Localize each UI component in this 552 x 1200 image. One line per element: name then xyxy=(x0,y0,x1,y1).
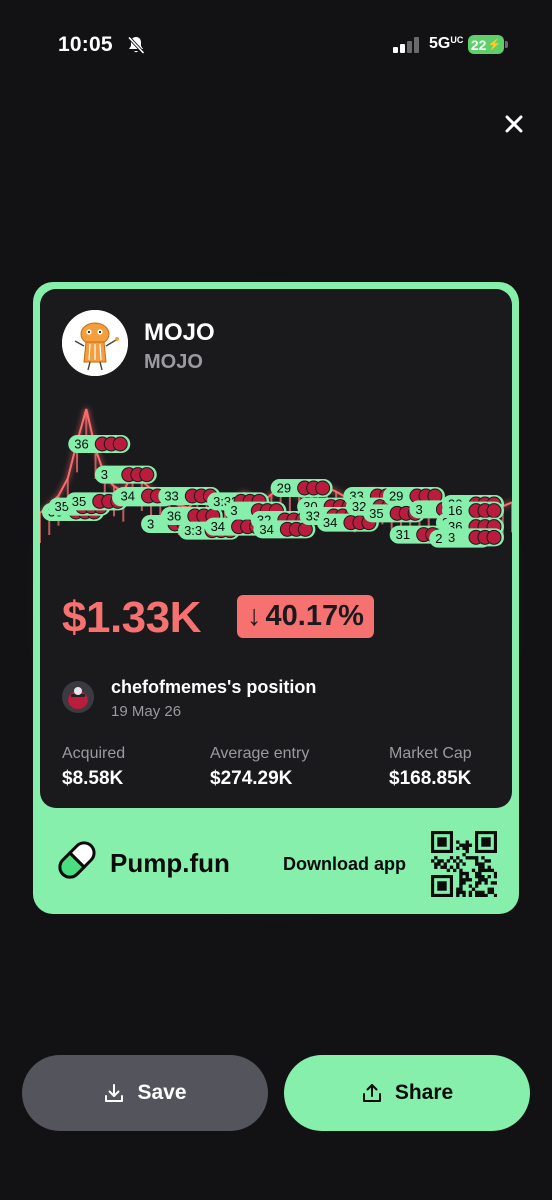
trader-avatar-icon xyxy=(112,436,128,452)
trade-bubble-label: 3 xyxy=(230,503,237,518)
save-label: Save xyxy=(137,1081,187,1104)
trade-bubble-label: 34 xyxy=(211,519,225,534)
battery-cap xyxy=(505,41,508,48)
trade-bubble: 3 xyxy=(94,465,157,484)
stat-value: $274.29K xyxy=(210,768,293,789)
bell-muted-icon xyxy=(127,36,145,55)
battery-indicator: 22 ⚡ xyxy=(468,35,504,54)
arrow-down-icon: ↓ xyxy=(247,600,262,632)
trade-bubble-label: 29 xyxy=(277,481,291,496)
trade-bubble-label: 3:3 xyxy=(184,523,202,538)
card-body: MOJO MOJO 3635353633634333363:3343:32332… xyxy=(40,289,512,808)
qr-code-icon xyxy=(431,831,497,897)
share-label: Share xyxy=(394,1081,454,1104)
token-avatar xyxy=(62,310,128,376)
trade-bubble-label: 3 xyxy=(101,467,108,482)
signal-icon xyxy=(393,37,419,53)
stat-label: Market Cap xyxy=(389,745,472,762)
trade-bubble-label: 34 xyxy=(323,515,337,530)
position-owner: chefofmemes's position xyxy=(111,677,317,697)
trader-avatar-icon xyxy=(315,480,331,496)
share-button[interactable]: Share xyxy=(284,1055,530,1131)
trade-bubble-label: 36 xyxy=(74,437,88,452)
trade-bubble-label: 35 xyxy=(369,506,383,521)
position-date: 19 May 26 xyxy=(111,703,182,720)
pnl-card: MOJO MOJO 3635353633634333363:3343:32332… xyxy=(33,282,519,914)
trade-bubble-label: 3 xyxy=(448,530,455,545)
trade-bubble: 16 xyxy=(442,501,504,520)
stat-average-entry: Average entry $274.29K xyxy=(210,745,309,790)
trader-avatar-icon xyxy=(139,467,155,483)
share-icon xyxy=(362,1084,381,1102)
pump-pill-icon xyxy=(58,841,96,879)
stat-acquired: Acquired $8.58K xyxy=(62,745,125,790)
status-bar: 10:05 5GUC 22 ⚡ xyxy=(0,0,552,90)
status-time: 10:05 xyxy=(58,33,113,56)
network-type: 5GUC xyxy=(429,35,464,52)
trade-bubble-label: 29 xyxy=(389,489,403,504)
battery-level: 22 xyxy=(470,36,487,53)
trader-avatar-icon xyxy=(486,529,502,545)
change-percent: 40.17% xyxy=(265,600,364,632)
owner-avatar xyxy=(62,681,94,713)
download-app-label: Download app xyxy=(283,854,406,874)
mojo-mascot-icon xyxy=(62,310,128,376)
stat-value: $8.58K xyxy=(62,768,124,789)
token-symbol: MOJO xyxy=(144,351,203,373)
save-button[interactable]: Save xyxy=(22,1055,268,1131)
stat-value: $168.85K xyxy=(389,768,472,789)
trader-avatar-icon xyxy=(486,503,502,519)
trade-bubble-label: 31 xyxy=(396,527,410,542)
token-name: MOJO xyxy=(144,319,215,346)
position-value: $1.33K xyxy=(62,593,201,642)
trade-bubble-label: 16 xyxy=(448,503,462,518)
trade-bubble-label: 34 xyxy=(259,522,273,537)
user-avatar-icon xyxy=(62,681,94,713)
trade-bubble-label: 3 xyxy=(147,517,154,532)
stat-label: Average entry xyxy=(210,745,310,762)
change-badge: ↓ 40.17% xyxy=(237,595,374,638)
charging-icon: ⚡ xyxy=(487,39,502,51)
stat-label: Acquired xyxy=(62,745,126,762)
brand-name: Pump.fun xyxy=(110,848,230,878)
trade-bubble-label: 35 xyxy=(72,494,86,509)
trade-bubble-label: 34 xyxy=(121,489,135,504)
trade-bubble: 29 xyxy=(270,479,333,497)
trade-bubble: 36 xyxy=(68,435,131,453)
trade-bubble-label: 36 xyxy=(167,509,181,524)
trade-bubble-label: 33 xyxy=(164,489,178,504)
stat-market-cap: Market Cap $168.85K xyxy=(389,745,472,790)
trade-bubble-label: 3 xyxy=(415,502,422,517)
download-icon xyxy=(105,1084,124,1102)
price-chart: 3635353633634333363:3343:323323429303334… xyxy=(40,408,512,548)
trade-bubble: 3 xyxy=(442,528,504,547)
close-icon[interactable] xyxy=(500,110,528,138)
